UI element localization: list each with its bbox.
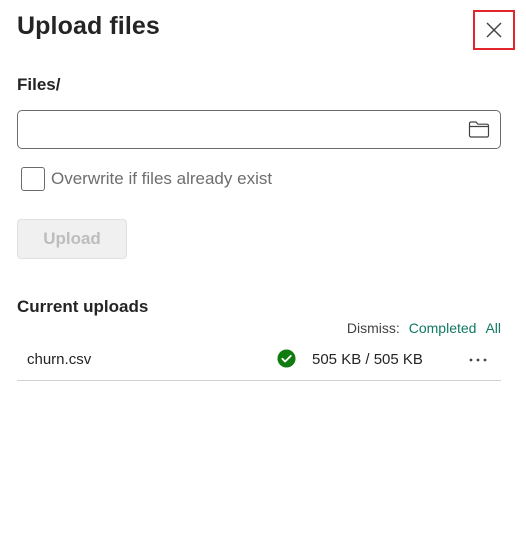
close-button[interactable]	[473, 10, 515, 50]
upload-button[interactable]: Upload	[17, 219, 127, 259]
dismiss-all-link[interactable]: All	[485, 320, 501, 336]
more-options-icon[interactable]	[467, 347, 489, 369]
upload-progress-size: 505 KB / 505 KB	[312, 351, 423, 368]
overwrite-checkbox[interactable]	[21, 167, 45, 191]
overwrite-label[interactable]: Overwrite if files already exist	[51, 169, 272, 189]
dismiss-controls: Dismiss: Completed All	[347, 320, 501, 336]
upload-file-name: churn.csv	[27, 351, 92, 368]
file-path-input[interactable]	[26, 117, 460, 143]
close-icon	[486, 22, 502, 38]
destination-path-label: Files/	[17, 75, 61, 94]
dismiss-label: Dismiss:	[346, 320, 400, 336]
overwrite-option: Overwrite if files already exist	[21, 167, 272, 191]
upload-list-item: churn.csv 505 KB / 505 KB	[17, 341, 501, 381]
upload-files-panel: Upload files Files/ Overwrite if files a…	[0, 0, 526, 546]
file-picker-field[interactable]	[17, 110, 501, 149]
folder-icon[interactable]	[468, 120, 490, 138]
dismiss-completed-link[interactable]: Completed	[409, 320, 477, 336]
dialog-title: Upload files	[17, 12, 160, 40]
check-circle-icon	[277, 349, 296, 368]
current-uploads-heading: Current uploads	[17, 297, 149, 316]
